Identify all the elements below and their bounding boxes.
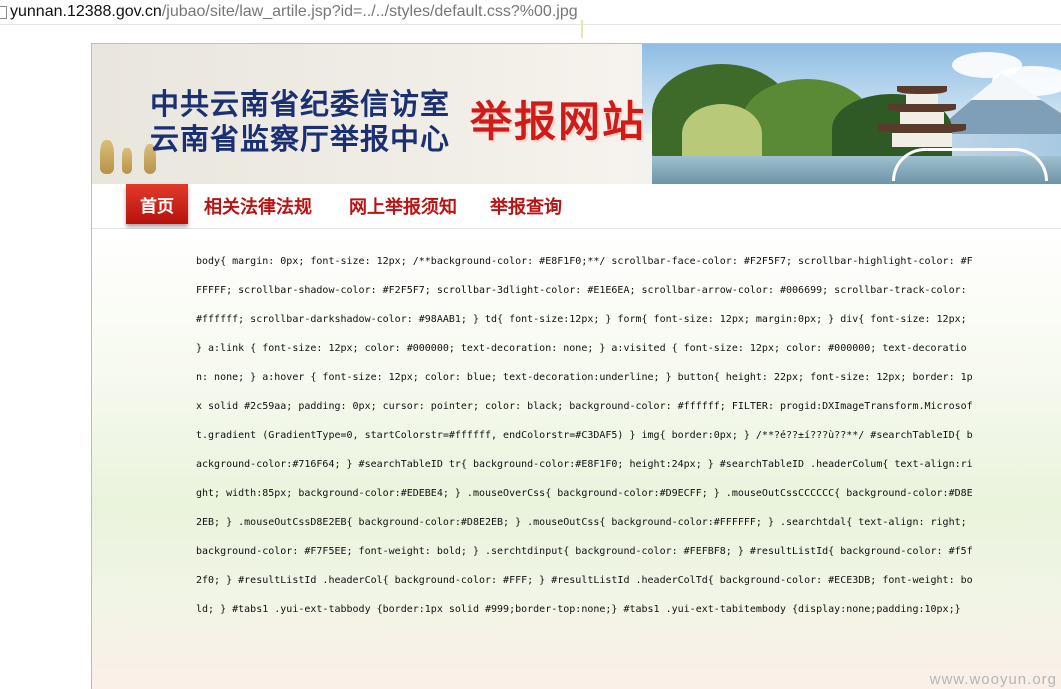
stupa (100, 140, 114, 174)
org-title-line2: 云南省监察厅举报中心 (150, 122, 451, 156)
pagoda (897, 86, 947, 94)
url-path: /jubao/site/law_artile.jsp?id=../../styl… (161, 3, 578, 20)
watermark: www.wooyun.org (929, 671, 1057, 688)
stone-bridge (892, 148, 1048, 181)
pagoda-roof (878, 124, 966, 133)
nav-home[interactable]: 首页 (126, 184, 188, 224)
stupa (122, 148, 132, 174)
nav-item-instructions[interactable]: 网上举报须知 (349, 193, 457, 219)
pagoda-roof (888, 104, 956, 112)
css-source-text: body{ margin: 0px; font-size: 12px; /**b… (196, 256, 973, 615)
site-title: 举报网站 (470, 97, 647, 146)
address-bar[interactable]: yunnan.12388.gov.cn/jubao/site/law_artil… (0, 0, 1061, 38)
url-host: yunnan.12388.gov.cn (10, 3, 162, 20)
snow-mountain (970, 74, 1042, 100)
site-banner: 中共云南省纪委信访室 云南省监察厅举报中心 举报网站 (92, 44, 1061, 184)
cursor-marker (581, 20, 583, 38)
content-area: body{ margin: 0px; font-size: 12px; /**b… (92, 229, 1061, 689)
web-page: 中共云南省纪委信访室 云南省监察厅举报中心 举报网站 首页 相关法律法规 网上举… (91, 43, 1061, 689)
page-icon (0, 5, 7, 19)
pagoda-wall (900, 112, 944, 124)
pagoda-wall (892, 133, 952, 147)
nav-item-laws[interactable]: 相关法律法规 (204, 193, 312, 219)
tree-cluster (682, 104, 762, 164)
pagoda-wall (906, 94, 938, 104)
main-nav: 首页 相关法律法规 网上举报须知 举报查询 (92, 184, 1061, 229)
nav-item-query[interactable]: 举报查询 (490, 193, 562, 219)
url-text[interactable]: yunnan.12388.gov.cn/jubao/site/law_artil… (10, 3, 578, 21)
